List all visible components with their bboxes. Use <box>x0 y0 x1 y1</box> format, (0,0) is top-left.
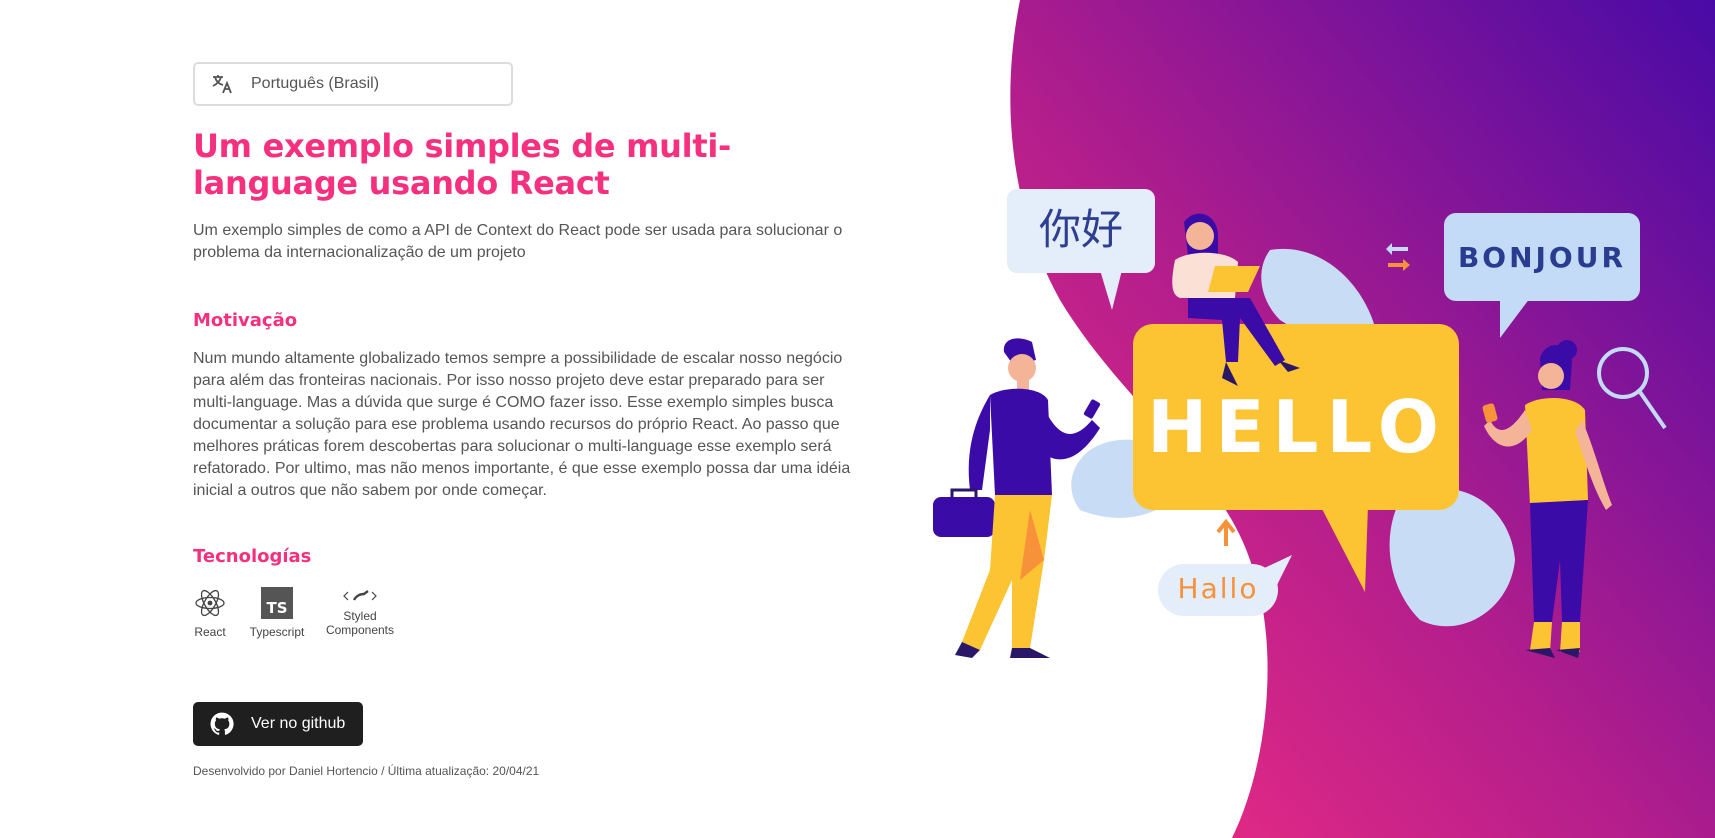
tech-label: React <box>194 625 226 639</box>
svg-text:TS: TS <box>266 599 287 617</box>
bonjour-speech-bubble: BONJOUR <box>1444 213 1640 338</box>
standing-man-figure <box>933 338 1101 658</box>
sitting-woman-figure <box>1172 213 1300 386</box>
tech-item-styled-components: Styled Components <box>325 587 395 639</box>
hallo-speech-bubble: Hallo <box>1158 518 1292 616</box>
tech-item-typescript: TS Typescript <box>247 587 307 639</box>
chinese-speech-bubble: 你好 <box>1007 189 1155 310</box>
motivation-text: Num mundo altamente globalizado temos se… <box>193 350 851 499</box>
react-icon <box>194 587 226 619</box>
language-select[interactable]: Português (Brasil) <box>193 62 513 106</box>
typescript-icon: TS <box>261 587 293 619</box>
hello-speech-bubble: HELLO <box>1133 324 1459 592</box>
tech-item-react: React <box>193 587 227 639</box>
technologies-heading: Tecnologías <box>193 546 312 567</box>
github-button[interactable]: Ver no github <box>193 702 363 746</box>
gradient-background <box>1010 0 1715 838</box>
content-column: Português (Brasil) Um exemplo simples de… <box>193 62 853 778</box>
tech-label: Typescript <box>249 625 305 639</box>
language-select-value: Português (Brasil) <box>251 75 380 92</box>
exchange-arrows-icon <box>1386 243 1410 271</box>
styled-components-icon <box>342 587 378 605</box>
svg-text:BONJOUR: BONJOUR <box>1458 241 1626 274</box>
standing-woman-figure <box>1482 340 1612 658</box>
page-title: Um exemplo simples de multi-language usa… <box>193 127 731 202</box>
github-icon <box>209 711 235 737</box>
footer-text: Desenvolvido por Daniel Hortencio / Últi… <box>193 764 540 778</box>
magnifier-icon <box>1597 347 1667 430</box>
github-button-label: Ver no github <box>251 715 346 732</box>
chinese-greeting: 你好 <box>1039 205 1123 254</box>
svg-text:HELLO: HELLO <box>1147 385 1447 469</box>
svg-text:Hallo: Hallo <box>1178 572 1259 605</box>
translate-icon <box>211 72 235 96</box>
page-subtitle: Um exemplo simples de como a API de Cont… <box>193 222 843 261</box>
tech-label: Styled Components <box>325 609 395 637</box>
technologies-list: React TS Typescript Styled Components <box>193 587 853 639</box>
motivation-heading: Motivação <box>193 310 298 331</box>
leaf-decoration <box>1071 248 1515 627</box>
